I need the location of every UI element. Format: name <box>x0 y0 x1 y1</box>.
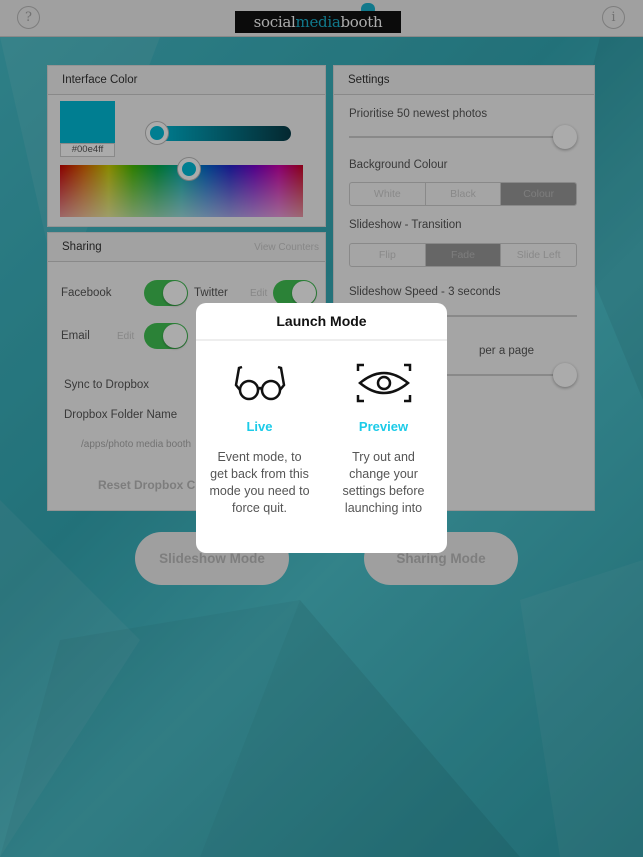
preview-description: Try out and change your settings before … <box>342 450 425 515</box>
live-label[interactable]: Live <box>197 419 322 434</box>
eye-icon <box>356 363 411 403</box>
live-description: Event mode, to get back from this mode y… <box>209 450 310 515</box>
glasses-icon <box>234 365 285 401</box>
modal-title: Launch Mode <box>196 303 447 341</box>
live-option[interactable]: Live Event mode, to get back from this m… <box>197 363 322 517</box>
preview-label[interactable]: Preview <box>321 419 446 434</box>
launch-mode-modal: Launch Mode Live Event mode, to get back… <box>196 303 447 553</box>
preview-option[interactable]: Preview Try out and change your settings… <box>321 363 446 517</box>
